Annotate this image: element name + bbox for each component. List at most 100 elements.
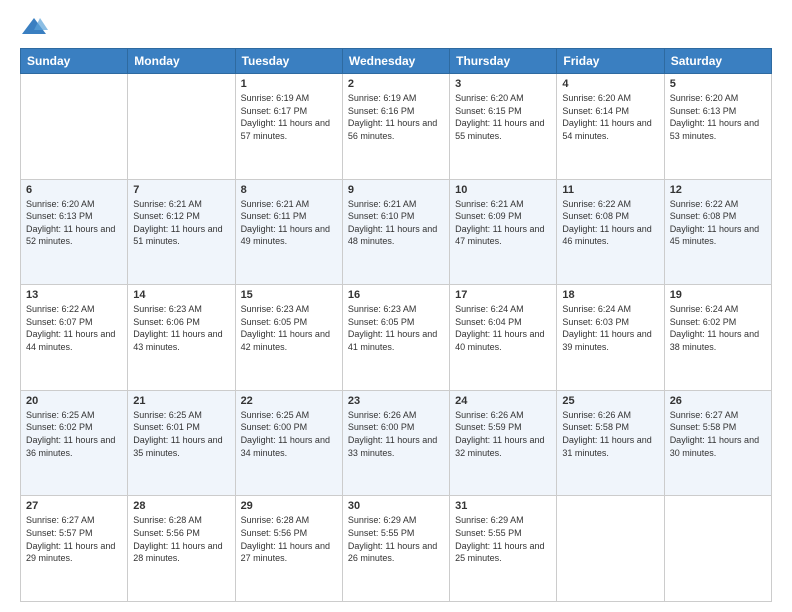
cell-info: Sunrise: 6:22 AMSunset: 6:08 PMDaylight:… xyxy=(670,199,759,247)
logo xyxy=(20,16,52,38)
calendar-cell xyxy=(557,496,664,602)
cell-info: Sunrise: 6:28 AMSunset: 5:56 PMDaylight:… xyxy=(241,515,330,563)
calendar-cell: 26 Sunrise: 6:27 AMSunset: 5:58 PMDayligh… xyxy=(664,390,771,496)
calendar-cell xyxy=(21,74,128,180)
day-number: 8 xyxy=(241,184,337,196)
calendar-cell: 11Sunrise: 6:22 AMSunset: 6:08 PMDayligh… xyxy=(557,179,664,285)
calendar-cell: 14 Sunrise: 6:23 AMSunset: 6:06 PMDayligh… xyxy=(128,285,235,391)
day-header-tuesday: Tuesday xyxy=(235,49,342,74)
cell-info: Sunrise: 6:29 AMSunset: 5:55 PMDaylight:… xyxy=(455,515,544,563)
day-number: 18 xyxy=(562,289,658,301)
calendar-table: SundayMondayTuesdayWednesdayThursdayFrid… xyxy=(20,48,772,602)
day-number: 16 xyxy=(348,289,444,301)
day-header-friday: Friday xyxy=(557,49,664,74)
cell-info: Sunrise: 6:28 AMSunset: 5:56 PMDaylight:… xyxy=(133,515,222,563)
cell-info: Sunrise: 6:23 AMSunset: 6:05 PMDaylight:… xyxy=(348,304,437,352)
cell-info: Sunrise: 6:20 AMSunset: 6:13 PMDaylight:… xyxy=(26,199,115,247)
calendar-cell: 12 Sunrise: 6:22 AMSunset: 6:08 PMDayligh… xyxy=(664,179,771,285)
day-number: 21 xyxy=(133,395,229,407)
logo-icon xyxy=(20,16,48,38)
day-number: 5 xyxy=(670,78,766,90)
day-header-saturday: Saturday xyxy=(664,49,771,74)
cell-info: Sunrise: 6:27 AMSunset: 5:58 PMDaylight:… xyxy=(670,410,759,458)
calendar-page: SundayMondayTuesdayWednesdayThursdayFrid… xyxy=(0,0,792,612)
calendar-cell: 17 Sunrise: 6:24 AMSunset: 6:04 PMDayligh… xyxy=(450,285,557,391)
day-number: 3 xyxy=(455,78,551,90)
day-number: 29 xyxy=(241,500,337,512)
calendar-cell: 9 Sunrise: 6:21 AMSunset: 6:10 PMDaylight… xyxy=(342,179,449,285)
day-header-monday: Monday xyxy=(128,49,235,74)
cell-info: Sunrise: 6:22 AMSunset: 6:07 PMDaylight:… xyxy=(26,304,115,352)
day-header-thursday: Thursday xyxy=(450,49,557,74)
day-number: 20 xyxy=(26,395,122,407)
calendar-cell: 4 Sunrise: 6:20 AMSunset: 6:14 PMDaylight… xyxy=(557,74,664,180)
cell-info: Sunrise: 6:26 AMSunset: 6:00 PMDaylight:… xyxy=(348,410,437,458)
day-number: 30 xyxy=(348,500,444,512)
header xyxy=(20,16,772,38)
day-number: 23 xyxy=(348,395,444,407)
header-row: SundayMondayTuesdayWednesdayThursdayFrid… xyxy=(21,49,772,74)
calendar-cell: 7 Sunrise: 6:21 AMSunset: 6:12 PMDaylight… xyxy=(128,179,235,285)
day-number: 17 xyxy=(455,289,551,301)
calendar-cell: 10 Sunrise: 6:21 AMSunset: 6:09 PMDayligh… xyxy=(450,179,557,285)
day-number: 25 xyxy=(562,395,658,407)
cell-info: Sunrise: 6:21 AMSunset: 6:12 PMDaylight:… xyxy=(133,199,222,247)
day-number: 22 xyxy=(241,395,337,407)
calendar-cell: 18 Sunrise: 6:24 AMSunset: 6:03 PMDayligh… xyxy=(557,285,664,391)
cell-info: Sunrise: 6:20 AMSunset: 6:15 PMDaylight:… xyxy=(455,93,544,141)
calendar-cell: 5 Sunrise: 6:20 AMSunset: 6:13 PMDaylight… xyxy=(664,74,771,180)
calendar-cell: 15 Sunrise: 6:23 AMSunset: 6:05 PMDayligh… xyxy=(235,285,342,391)
week-row-3: 13 Sunrise: 6:22 AMSunset: 6:07 PMDayligh… xyxy=(21,285,772,391)
calendar-cell: 16 Sunrise: 6:23 AMSunset: 6:05 PMDayligh… xyxy=(342,285,449,391)
day-number: 13 xyxy=(26,289,122,301)
calendar-cell: 27 Sunrise: 6:27 AMSunset: 5:57 PMDayligh… xyxy=(21,496,128,602)
cell-info: Sunrise: 6:26 AMSunset: 5:59 PMDaylight:… xyxy=(455,410,544,458)
cell-info: Sunrise: 6:29 AMSunset: 5:55 PMDaylight:… xyxy=(348,515,437,563)
day-number: 9 xyxy=(348,184,444,196)
day-number: 31 xyxy=(455,500,551,512)
cell-info: Sunrise: 6:19 AMSunset: 6:16 PMDaylight:… xyxy=(348,93,437,141)
day-number: 7 xyxy=(133,184,229,196)
calendar-cell: 24 Sunrise: 6:26 AMSunset: 5:59 PMDayligh… xyxy=(450,390,557,496)
day-number: 6 xyxy=(26,184,122,196)
day-number: 28 xyxy=(133,500,229,512)
cell-info: Sunrise: 6:20 AMSunset: 6:13 PMDaylight:… xyxy=(670,93,759,141)
calendar-cell: 23 Sunrise: 6:26 AMSunset: 6:00 PMDayligh… xyxy=(342,390,449,496)
cell-info: Sunrise: 6:23 AMSunset: 6:05 PMDaylight:… xyxy=(241,304,330,352)
day-number: 27 xyxy=(26,500,122,512)
calendar-cell: 2Sunrise: 6:19 AMSunset: 6:16 PMDaylight… xyxy=(342,74,449,180)
calendar-cell xyxy=(128,74,235,180)
day-number: 14 xyxy=(133,289,229,301)
week-row-2: 6 Sunrise: 6:20 AMSunset: 6:13 PMDaylight… xyxy=(21,179,772,285)
cell-info: Sunrise: 6:24 AMSunset: 6:02 PMDaylight:… xyxy=(670,304,759,352)
cell-info: Sunrise: 6:27 AMSunset: 5:57 PMDaylight:… xyxy=(26,515,115,563)
cell-info: Sunrise: 6:21 AMSunset: 6:09 PMDaylight:… xyxy=(455,199,544,247)
calendar-cell: 28 Sunrise: 6:28 AMSunset: 5:56 PMDayligh… xyxy=(128,496,235,602)
day-number: 10 xyxy=(455,184,551,196)
day-number: 11 xyxy=(562,184,658,196)
week-row-5: 27 Sunrise: 6:27 AMSunset: 5:57 PMDayligh… xyxy=(21,496,772,602)
day-number: 26 xyxy=(670,395,766,407)
day-number: 15 xyxy=(241,289,337,301)
calendar-cell: 31 Sunrise: 6:29 AMSunset: 5:55 PMDayligh… xyxy=(450,496,557,602)
day-number: 12 xyxy=(670,184,766,196)
day-header-wednesday: Wednesday xyxy=(342,49,449,74)
cell-info: Sunrise: 6:25 AMSunset: 6:00 PMDaylight:… xyxy=(241,410,330,458)
day-number: 1 xyxy=(241,78,337,90)
cell-info: Sunrise: 6:20 AMSunset: 6:14 PMDaylight:… xyxy=(562,93,651,141)
calendar-cell: 8 Sunrise: 6:21 AMSunset: 6:11 PMDaylight… xyxy=(235,179,342,285)
calendar-cell: 29 Sunrise: 6:28 AMSunset: 5:56 PMDayligh… xyxy=(235,496,342,602)
cell-info: Sunrise: 6:19 AMSunset: 6:17 PMDaylight:… xyxy=(241,93,330,141)
cell-info: Sunrise: 6:21 AMSunset: 6:10 PMDaylight:… xyxy=(348,199,437,247)
cell-info: Sunrise: 6:24 AMSunset: 6:04 PMDaylight:… xyxy=(455,304,544,352)
cell-info: Sunrise: 6:21 AMSunset: 6:11 PMDaylight:… xyxy=(241,199,330,247)
day-header-sunday: Sunday xyxy=(21,49,128,74)
calendar-cell: 6 Sunrise: 6:20 AMSunset: 6:13 PMDaylight… xyxy=(21,179,128,285)
calendar-cell: 25Sunrise: 6:26 AMSunset: 5:58 PMDayligh… xyxy=(557,390,664,496)
calendar-cell: 13 Sunrise: 6:22 AMSunset: 6:07 PMDayligh… xyxy=(21,285,128,391)
cell-info: Sunrise: 6:23 AMSunset: 6:06 PMDaylight:… xyxy=(133,304,222,352)
calendar-cell xyxy=(664,496,771,602)
cell-info: Sunrise: 6:24 AMSunset: 6:03 PMDaylight:… xyxy=(562,304,651,352)
day-number: 24 xyxy=(455,395,551,407)
day-number: 4 xyxy=(562,78,658,90)
